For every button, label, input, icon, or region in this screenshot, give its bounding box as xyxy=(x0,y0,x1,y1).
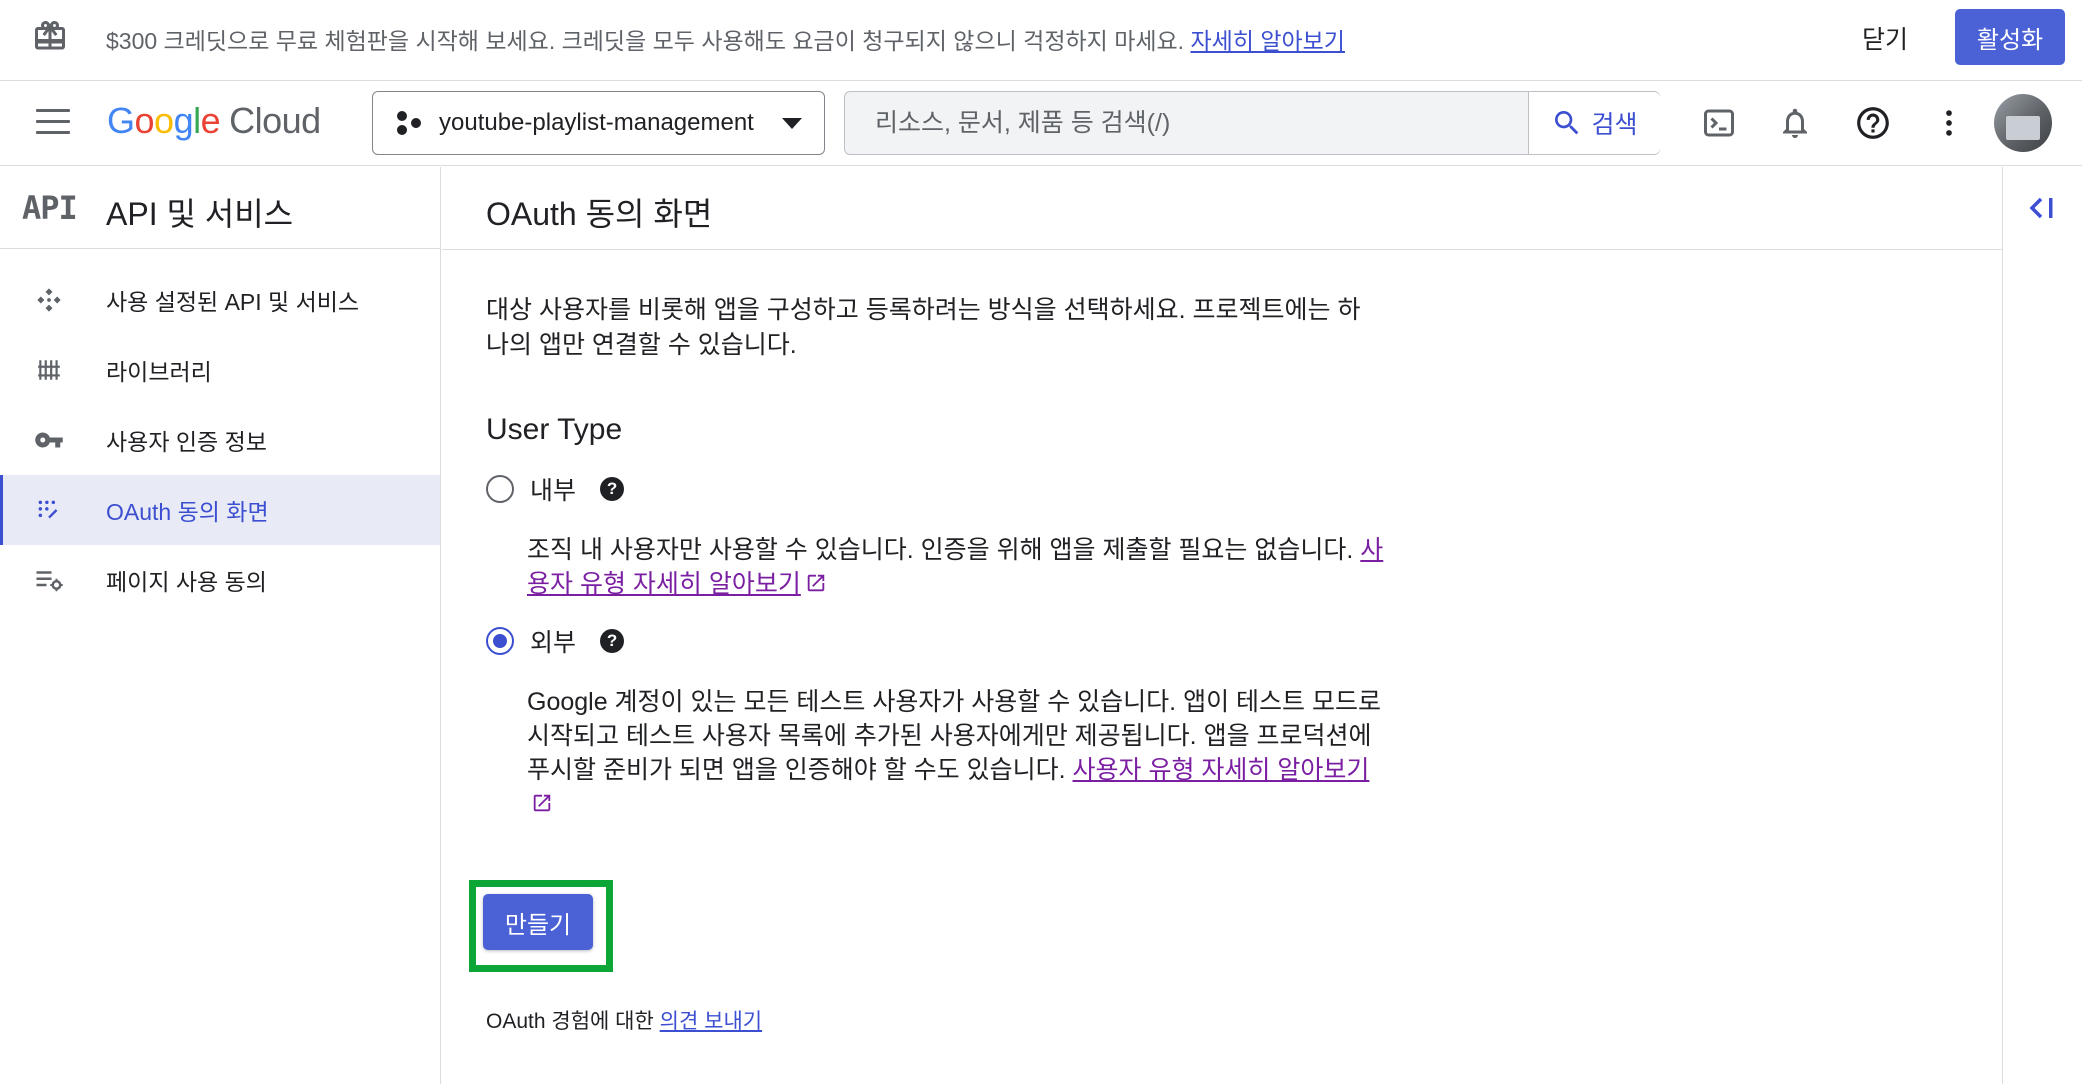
avatar[interactable] xyxy=(1994,94,2052,152)
api-icon xyxy=(34,285,64,315)
external-description: Google 계정이 있는 모든 테스트 사용자가 사용할 수 있습니다. 앱이… xyxy=(527,685,1387,821)
sidebar-item-label: OAuth 동의 화면 xyxy=(106,499,269,525)
sidebar-item-library[interactable]: 라이브러리 xyxy=(0,335,440,405)
project-icon xyxy=(397,111,423,135)
search-button[interactable]: 검색 xyxy=(1528,92,1660,154)
search-bar: 검색 xyxy=(844,91,1660,155)
sidebar-item-credentials[interactable]: 사용자 인증 정보 xyxy=(0,405,440,475)
feedback-line: OAuth 경험에 대한 의견 보내기 xyxy=(486,1005,762,1035)
promo-banner: $300 크레딧으로 무료 체험판을 시작해 보세요. 크레딧을 모두 사용해도… xyxy=(0,0,2082,81)
user-type-external-option[interactable]: 외부 ? xyxy=(486,624,625,658)
consent-icon xyxy=(34,495,64,525)
external-help-icon[interactable]: ? xyxy=(600,629,625,653)
user-type-internal-option[interactable]: 내부 ? xyxy=(486,472,625,506)
internal-description: 조직 내 사용자만 사용할 수 있습니다. 인증을 위해 앱을 제출할 필요는 … xyxy=(527,533,1387,601)
collapse-panel-icon[interactable] xyxy=(2025,193,2061,223)
top-header: Google Cloud youtube-playlist-management … xyxy=(0,82,2082,166)
more-vert-icon[interactable] xyxy=(1927,101,1971,145)
gift-icon xyxy=(32,18,68,54)
sidebar-item-enabled-apis[interactable]: 사용 설정된 API 및 서비스 xyxy=(0,265,440,335)
sidebar-item-label: 사용자 인증 정보 xyxy=(106,429,267,455)
project-name: youtube-playlist-management xyxy=(439,109,754,136)
promo-message: $300 크레딧으로 무료 체험판을 시작해 보세요. 크레딧을 모두 사용해도… xyxy=(106,28,1185,54)
internal-label: 내부 xyxy=(530,477,577,505)
sidebar-item-label: 사용 설정된 API 및 서비스 xyxy=(106,289,360,315)
sidebar: API API 및 서비스 사용 설정된 API 및 서비스 라이브러리 사용자… xyxy=(0,167,441,1084)
google-cloud-logo[interactable]: Google Cloud xyxy=(107,100,321,142)
notifications-icon[interactable] xyxy=(1773,101,1817,145)
menu-icon[interactable] xyxy=(36,109,70,137)
help-icon[interactable] xyxy=(1851,101,1895,145)
external-label: 외부 xyxy=(530,629,577,657)
create-button[interactable]: 만들기 xyxy=(483,894,593,950)
sidebar-header: API API 및 서비스 xyxy=(0,167,440,249)
page-title: OAuth 동의 화면 xyxy=(486,196,713,232)
user-type-heading: User Type xyxy=(486,413,623,446)
library-icon xyxy=(34,355,64,385)
promo-learn-more-link[interactable]: 자세히 알아보기 xyxy=(1190,28,1345,54)
external-link-icon xyxy=(807,574,825,592)
intro-text: 대상 사용자를 비롯해 앱을 구성하고 등록하려는 방식을 선택하세요. 프로젝… xyxy=(486,296,1361,359)
right-side-panel xyxy=(2002,167,2082,1084)
activate-button[interactable]: 활성화 xyxy=(1955,9,2065,65)
chevron-down-icon xyxy=(782,118,802,129)
sidebar-item-oauth-consent[interactable]: OAuth 동의 화면 xyxy=(0,475,440,545)
terminal-icon[interactable] xyxy=(1697,101,1741,145)
external-learn-more-link[interactable]: 사용자 유형 자세히 알아보기 xyxy=(1073,756,1370,784)
search-button-label: 검색 xyxy=(1591,111,1638,139)
sidebar-item-page-usage-agreement[interactable]: 페이지 사용 동의 xyxy=(0,545,440,615)
internal-radio[interactable] xyxy=(486,475,514,503)
sidebar-title: API 및 서비스 xyxy=(106,196,294,232)
external-link-icon xyxy=(533,794,551,812)
internal-description-text: 조직 내 사용자만 사용할 수 있습니다. 인증을 위해 앱을 제출할 필요는 … xyxy=(527,536,1354,564)
search-icon xyxy=(1555,111,1579,135)
page-header: OAuth 동의 화면 xyxy=(442,167,2002,250)
external-radio[interactable] xyxy=(486,627,514,655)
project-picker[interactable]: youtube-playlist-management xyxy=(372,91,825,155)
page-settings-icon xyxy=(34,565,64,595)
banner-close-button[interactable]: 닫기 xyxy=(1862,20,1908,56)
feedback-text: OAuth 경험에 대한 xyxy=(486,1010,654,1033)
internal-help-icon[interactable]: ? xyxy=(600,477,625,501)
main-content: OAuth 동의 화면 대상 사용자를 비롯해 앱을 구성하고 등록하려는 방식… xyxy=(442,167,2002,1084)
search-input[interactable] xyxy=(845,92,1528,154)
key-icon xyxy=(34,425,64,455)
sidebar-item-label: 라이브러리 xyxy=(106,359,212,385)
logo-cloud-text: Cloud xyxy=(229,100,321,141)
sidebar-item-label: 페이지 사용 동의 xyxy=(106,569,267,595)
promo-text: $300 크레딧으로 무료 체험판을 시작해 보세요. 크레딧을 모두 사용해도… xyxy=(106,22,1345,56)
send-feedback-link[interactable]: 의견 보내기 xyxy=(660,1010,762,1033)
api-logo: API xyxy=(22,189,78,227)
